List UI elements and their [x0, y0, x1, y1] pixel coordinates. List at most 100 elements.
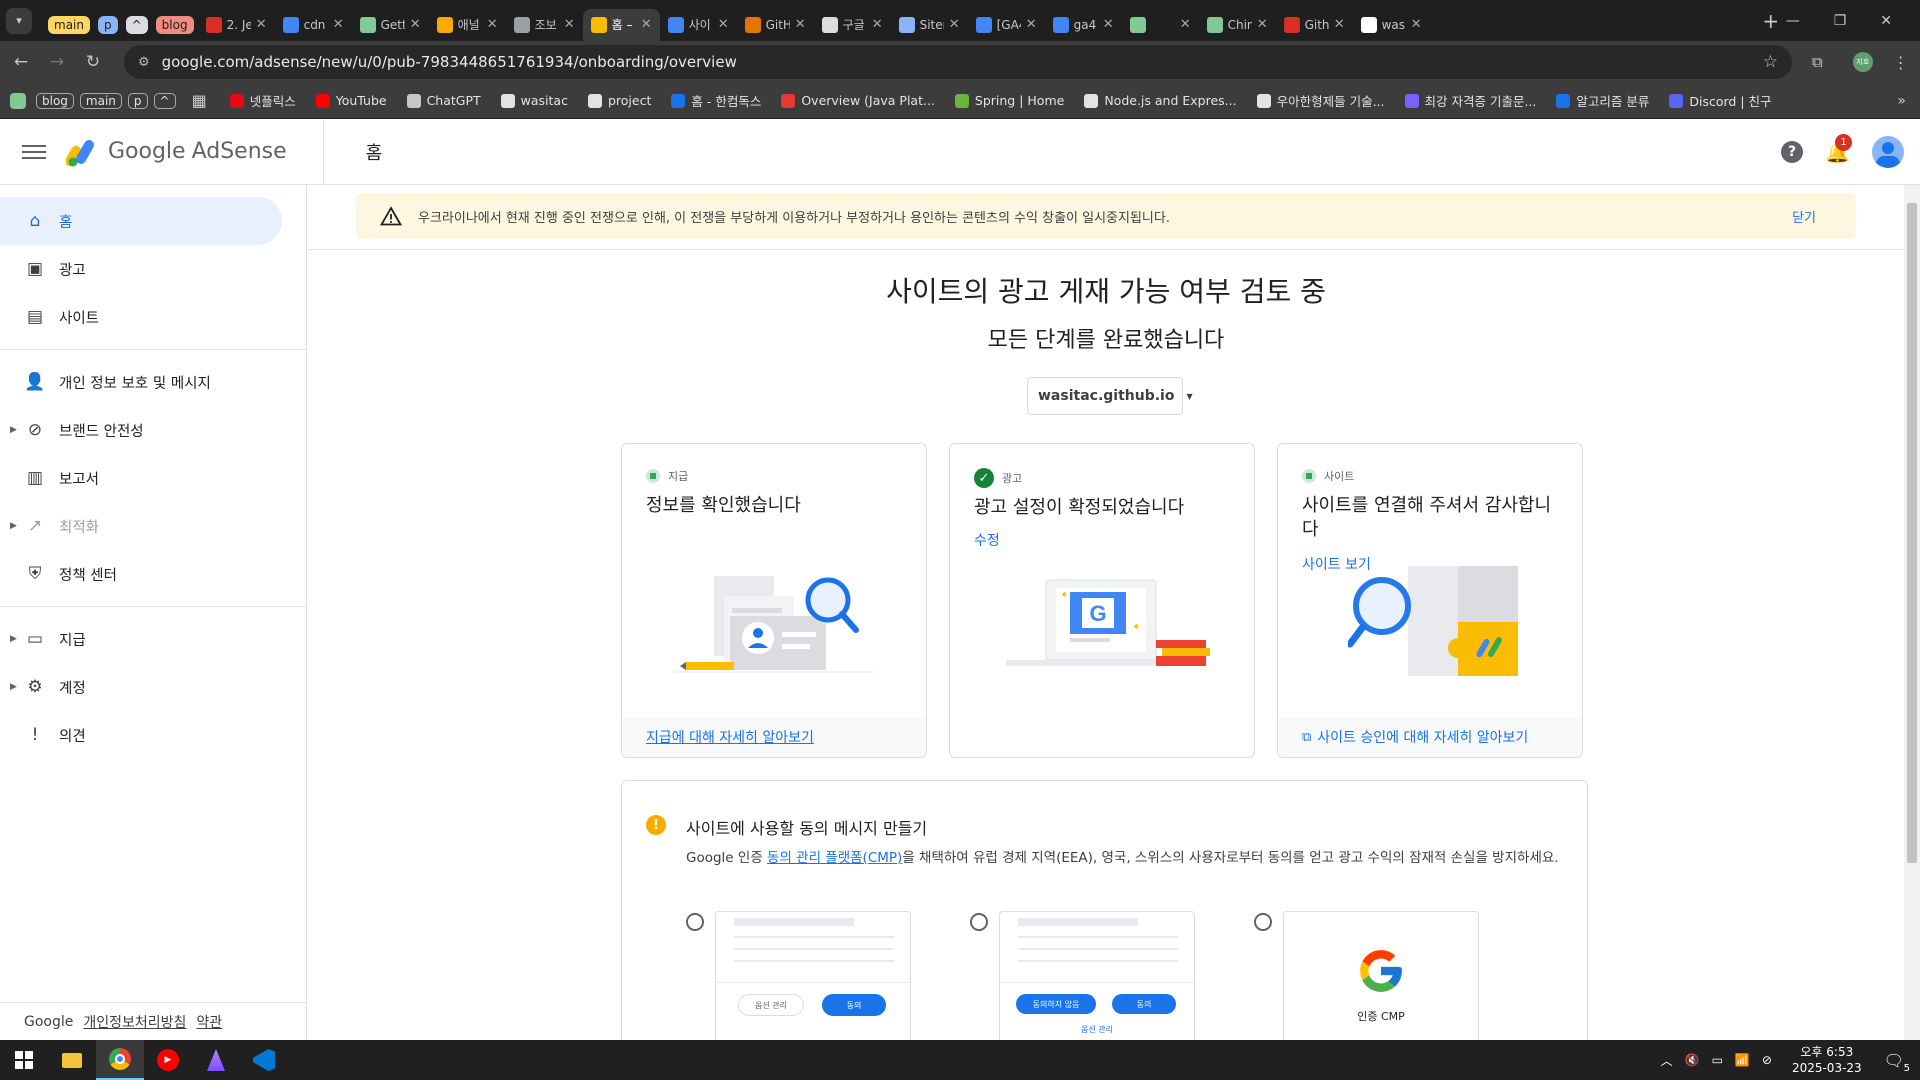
browser-menu-icon[interactable]: ⋮ [1893, 53, 1909, 72]
browser-tab[interactable]: 구글 ✕ [814, 9, 891, 41]
page-scrollbar-thumb[interactable] [1907, 203, 1917, 863]
expand-caret-icon[interactable]: ▶ [10, 521, 17, 531]
card-sites-learn-link[interactable]: 사이트 승인에 대해 자세히 알아보기 [1317, 727, 1528, 747]
volume-muted-icon[interactable]: 🔇 [1685, 1053, 1700, 1067]
browser-tab[interactable]: ✕ [1122, 9, 1199, 41]
tab-group-chip[interactable]: blog [155, 15, 194, 34]
notification-center-button[interactable]: 🗨 5 [1884, 1051, 1910, 1074]
url-input[interactable]: ⚙ google.com/adsense/new/u/0/pub-7983448… [124, 45, 1792, 79]
tab-group-chip[interactable]: ^ [125, 15, 148, 34]
extensions-icon[interactable]: ⧉ [1812, 53, 1823, 71]
main-menu-icon[interactable] [22, 144, 46, 159]
tab-close-icon[interactable]: ✕ [1103, 17, 1114, 32]
browser-tab[interactable]: cdn ✕ [275, 9, 352, 41]
tab-close-icon[interactable]: ✕ [487, 17, 498, 32]
browser-tab[interactable]: Getti ✕ [352, 9, 429, 41]
network-icon[interactable]: 📶 [1735, 1053, 1750, 1067]
tab-group-chip[interactable]: p [97, 15, 118, 34]
tab-close-icon[interactable]: ✕ [1257, 17, 1268, 32]
sidebar-item[interactable]: 👤 개인 정보 보호 및 메시지 [0, 358, 306, 406]
profile-avatar[interactable]: 지호 [1852, 52, 1873, 72]
sidebar-item[interactable]: ▶ ⚙ 계정 [0, 663, 306, 711]
vpn-icon[interactable]: ⊘ [1762, 1053, 1772, 1067]
browser-tab[interactable]: ga4 ✕ [1045, 9, 1122, 41]
sidebar-item[interactable]: ▶ ⊘ 브랜드 안전성 [0, 406, 306, 454]
apps-square-icon[interactable] [10, 92, 26, 109]
account-avatar[interactable] [1872, 135, 1904, 168]
consent-option-2-radio[interactable] [970, 913, 988, 931]
window-close-icon[interactable]: ✕ [1880, 13, 1892, 29]
expand-caret-icon[interactable]: ▶ [10, 682, 17, 692]
clock[interactable]: 오후 6:53 2025-03-23 [1792, 1044, 1862, 1076]
notifications-button[interactable]: 🔔 1 [1825, 133, 1853, 164]
expand-caret-icon[interactable]: ▶ [10, 425, 17, 435]
file-explorer-icon[interactable] [48, 1052, 96, 1068]
tab-close-icon[interactable]: ✕ [256, 17, 267, 32]
bookmark-item[interactable]: Overview (Java Plat... [774, 91, 942, 110]
vscode-icon[interactable] [240, 1049, 288, 1071]
tab-close-icon[interactable]: ✕ [718, 17, 729, 32]
youtube-music-icon[interactable]: ▶ [144, 1049, 192, 1071]
consent-option-2-preview[interactable]: 동의하지 않음 동의 옵션 관리 [999, 911, 1195, 1040]
tab-close-icon[interactable]: ✕ [410, 17, 421, 32]
app-launcher-icon[interactable] [192, 1049, 240, 1071]
reload-icon[interactable]: ↻ [78, 52, 108, 72]
tab-groups-grid-icon[interactable]: ▦ [192, 91, 207, 110]
tab-close-icon[interactable]: ✕ [1180, 17, 1191, 32]
windows-start-icon[interactable] [0, 1051, 48, 1069]
sidebar-item[interactable]: ▤ 사이트 [0, 293, 306, 341]
banner-close-button[interactable]: 닫기 [1792, 207, 1816, 226]
bookmark-star-icon[interactable]: ☆ [1763, 52, 1778, 72]
bookmark-item[interactable]: YouTube [309, 91, 394, 110]
site-info-icon[interactable]: ⚙ [138, 55, 150, 70]
cmp-link[interactable]: 동의 관리 플랫폼(CMP) [767, 850, 902, 866]
tab-close-icon[interactable]: ✕ [949, 17, 960, 32]
browser-tab[interactable]: Chin ✕ [1199, 9, 1276, 41]
bookmark-item[interactable]: 최강 자격증 기출문... [1398, 89, 1544, 112]
tab-close-icon[interactable]: ✕ [1411, 17, 1422, 32]
sidebar-item[interactable]: ▣ 광고 [0, 245, 306, 293]
tab-close-icon[interactable]: ✕ [333, 17, 344, 32]
footer-privacy-link[interactable]: 개인정보처리방침 [83, 1012, 186, 1032]
page-scrollbar-track[interactable] [1904, 185, 1920, 1040]
tab-close-icon[interactable]: ✕ [872, 17, 883, 32]
tray-chevron-icon[interactable]: ︿ [1661, 1052, 1673, 1069]
help-icon[interactable]: ? [1781, 140, 1804, 163]
bookmark-item[interactable]: Discord | 친구 [1662, 89, 1778, 112]
new-tab-button[interactable]: + [1756, 9, 1786, 33]
bookmark-item[interactable]: 넷플릭스 [223, 89, 303, 112]
browser-tab[interactable]: 조보 ✕ [506, 9, 583, 41]
site-select[interactable]: wasitac.github.io ▼ [1027, 377, 1193, 415]
browser-tab[interactable]: GitH ✕ [737, 9, 814, 41]
tab-group-chip[interactable]: main [48, 15, 90, 34]
browser-tab[interactable]: [GA4 ✕ [968, 9, 1045, 41]
back-icon[interactable]: ← [6, 52, 36, 72]
bookmark-item[interactable]: 홈 - 한컴독스 [664, 89, 768, 112]
bookmark-item[interactable]: 우아한형제들 기술... [1250, 89, 1392, 112]
bookmark-item[interactable]: Spring | Home [948, 91, 1071, 110]
consent-option-3-radio[interactable] [1254, 913, 1272, 931]
minimize-icon[interactable]: — [1786, 13, 1800, 29]
bookmark-item[interactable]: ^ [153, 91, 176, 111]
tab-close-icon[interactable]: ✕ [795, 17, 806, 32]
expand-caret-icon[interactable]: ▶ [10, 634, 17, 644]
sidebar-item[interactable]: ▶ ▭ 지급 [0, 615, 306, 663]
bookmark-item[interactable]: project [581, 91, 658, 110]
bookmark-item[interactable]: 알고리즘 분류 [1549, 89, 1656, 112]
browser-tab[interactable]: Siten ✕ [891, 9, 968, 41]
sidebar-item[interactable]: ⛨ 정책 센터 [0, 550, 306, 598]
browser-tab[interactable]: Gith ✕ [1276, 9, 1353, 41]
forward-icon[interactable]: → [42, 52, 72, 72]
bookmark-item[interactable]: Node.js and Expres... [1077, 91, 1243, 110]
tab-close-icon[interactable]: ✕ [1334, 17, 1345, 32]
sidebar-item[interactable]: ! 의견 [0, 711, 306, 759]
browser-tab[interactable]: wasi ✕ [1353, 9, 1430, 41]
adsense-logo[interactable]: Google AdSense [66, 137, 287, 167]
card-ads-edit-link[interactable]: 수정 [974, 530, 1000, 550]
card-payments-learn-link[interactable]: 지급에 대해 자세히 알아보기 [646, 727, 814, 747]
sidebar-item[interactable]: ⌂ 홈 [0, 197, 282, 245]
tab-search-button[interactable]: ▾ [6, 7, 32, 34]
bookmark-item[interactable]: blog [36, 91, 74, 111]
bookmark-item[interactable]: main [79, 91, 122, 111]
sidebar-item[interactable]: ▶ ↗ 최적화 [0, 502, 306, 550]
